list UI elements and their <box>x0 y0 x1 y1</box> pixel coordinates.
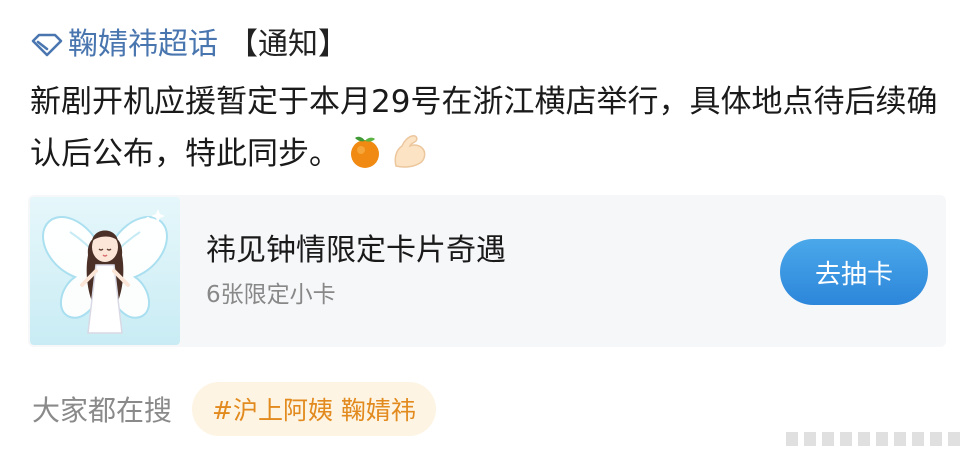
tangerine-emoji-icon <box>351 136 379 168</box>
supertopic-name[interactable]: 鞠婧祎超话 <box>68 22 218 68</box>
post-text: 新剧开机应援暂定于本月29号在浙江横店举行，具体地点待后续确认后公布，特此同步。 <box>30 84 938 172</box>
draw-card-button[interactable]: 去抽卡 <box>780 239 928 305</box>
hot-topic-chip[interactable]: #沪上阿姨 鞠婧祎 <box>192 382 436 436</box>
card-subtitle: 6张限定小卡 <box>206 282 336 308</box>
diamond-icon <box>31 33 63 57</box>
card-draw-promo[interactable]: 祎见钟情限定卡片奇遇 6张限定小卡 去抽卡 <box>28 195 946 347</box>
notice-tag: 【通知】 <box>228 27 348 62</box>
trending-search-row: 大家都在搜 #沪上阿姨 鞠婧祎 <box>32 380 436 438</box>
post-header: 鞠婧祎超话 【通知】 <box>30 22 348 68</box>
flexed-biceps-emoji-icon <box>394 135 426 168</box>
supertopic-link[interactable]: 鞠婧祎超话 <box>30 22 218 68</box>
card-title: 祎见钟情限定卡片奇遇 <box>206 233 506 268</box>
trending-search-label: 大家都在搜 <box>32 394 173 427</box>
weibo-post: 鞠婧祎超话 【通知】 新剧开机应援暂定于本月29号在浙江横店举行，具体地点待后续… <box>0 0 974 459</box>
card-thumbnail-image <box>30 197 180 345</box>
watermark-icon <box>782 430 964 448</box>
fairy-girl-illustration <box>42 209 168 334</box>
post-body: 新剧开机应援暂定于本月29号在浙江横店举行，具体地点待后续确认后公布，特此同步。 <box>30 76 960 180</box>
